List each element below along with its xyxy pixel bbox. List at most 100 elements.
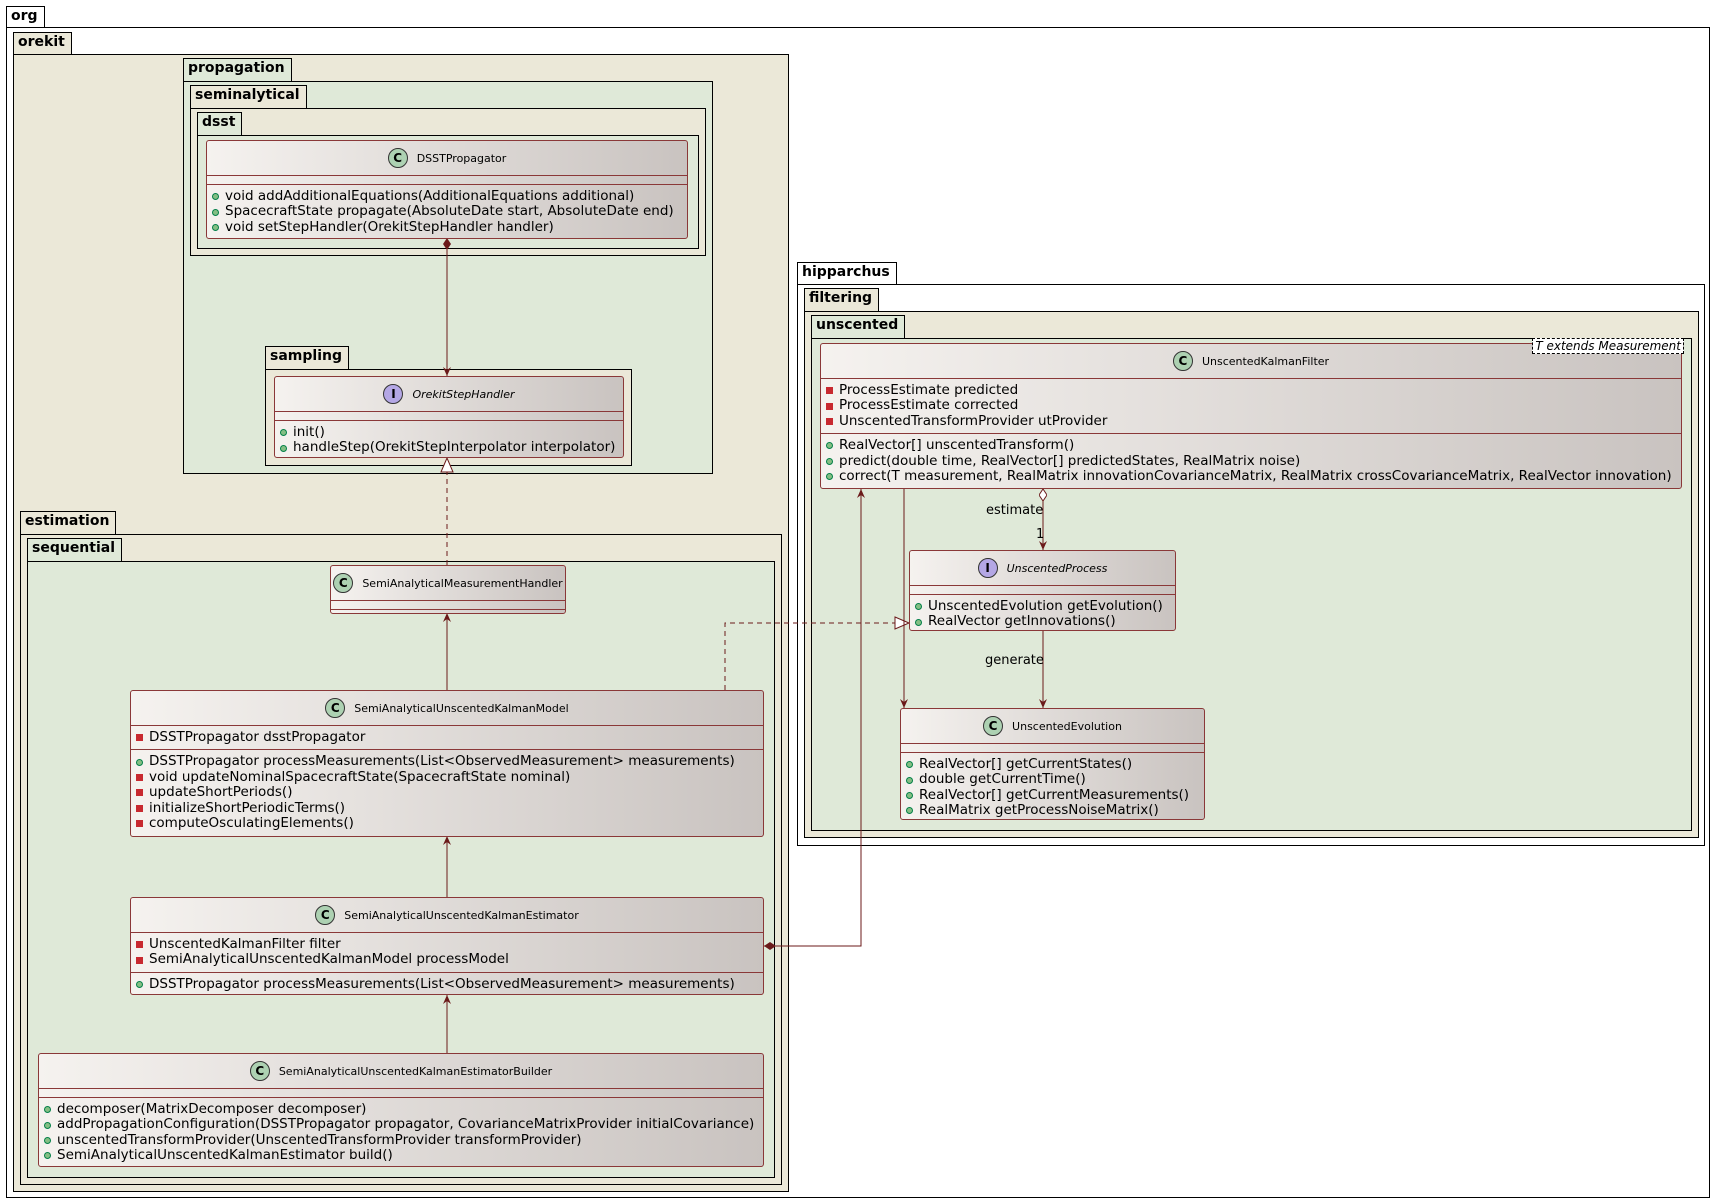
- class-fields: [901, 743, 1204, 752]
- method: handleStep(OrekitStepInterpolator interp…: [280, 439, 623, 455]
- class-methods: [331, 609, 565, 618]
- class-fields: [39, 1088, 763, 1097]
- class-semi-analytical-measurement-handler[interactable]: C SemiAnalyticalMeasurementHandler: [330, 565, 566, 614]
- method-text: computeOsculatingElements(): [149, 815, 354, 832]
- public-icon: [826, 473, 833, 481]
- method: RealVector[] unscentedTransform(): [826, 437, 1681, 453]
- public-icon: [906, 776, 913, 784]
- class-name: UnscentedEvolution: [1012, 719, 1122, 733]
- method: predict(double time, RealVector[] predic…: [826, 452, 1681, 469]
- private-icon: [136, 804, 143, 812]
- method-text: initializeShortPeriodicTerms(): [149, 799, 346, 816]
- method-text: RealVector getInnovations(): [928, 613, 1116, 630]
- method: void updateNominalSpacecraftState(Spacec…: [136, 768, 763, 785]
- method-text: decomposer(MatrixDecomposer decomposer): [57, 1101, 367, 1117]
- edge-model-implements-unscentedprocess: [724, 623, 909, 690]
- private-icon: [136, 956, 143, 964]
- class-header: C DSSTPropagator: [207, 141, 687, 175]
- class-semi-analytical-ukf-estimator[interactable]: C SemiAnalyticalUnscentedKalmanEstimator…: [130, 897, 764, 995]
- public-icon: [136, 758, 143, 766]
- method: RealVector[] getCurrentStates(): [906, 756, 1204, 772]
- interface-unscented-process[interactable]: I UnscentedProcess UnscentedEvolution ge…: [909, 550, 1176, 631]
- method: addPropagationConfiguration(DSSTPropagat…: [44, 1116, 763, 1132]
- method-text: double getCurrentTime(): [919, 771, 1086, 788]
- class-c-icon: C: [1172, 351, 1193, 371]
- class-methods: UnscentedEvolution getEvolution() RealVe…: [910, 594, 1175, 634]
- method: RealMatrix getProcessNoiseMatrix(): [906, 802, 1204, 818]
- field-text: ProcessEstimate corrected: [839, 397, 1019, 414]
- class-unscented-evolution[interactable]: C UnscentedEvolution RealVector[] getCur…: [900, 708, 1205, 820]
- public-icon: [826, 442, 833, 450]
- class-header: C SemiAnalyticalUnscentedKalmanEstimator: [131, 898, 763, 932]
- private-icon: [826, 418, 833, 426]
- class-dsst-propagator[interactable]: C DSSTPropagator void addAdditionalEquat…: [206, 140, 688, 239]
- class-methods: DSSTPropagator processMeasurements(List<…: [131, 971, 763, 996]
- method-text: DSSTPropagator processMeasurements(List<…: [149, 975, 735, 992]
- class-fields: DSSTPropagator dsstPropagator: [131, 725, 763, 749]
- interface-i-icon: I: [977, 558, 998, 578]
- field-text: DSSTPropagator dsstPropagator: [149, 729, 366, 745]
- class-c-icon: C: [315, 905, 336, 925]
- method-text: updateShortPeriods(): [149, 784, 293, 801]
- interface-orekit-step-handler[interactable]: I OrekitStepHandler init() handleStep(Or…: [274, 376, 624, 458]
- class-header: C UnscentedEvolution: [901, 709, 1204, 743]
- class-semi-analytical-ukf-model[interactable]: C SemiAnalyticalUnscentedKalmanModel DSS…: [130, 690, 764, 837]
- field: UnscentedTransformProvider utProvider: [826, 412, 1681, 429]
- method-text: void updateNominalSpacecraftState(Spacec…: [149, 768, 571, 785]
- method: init(): [280, 424, 623, 440]
- method-text: predict(double time, RealVector[] predic…: [839, 452, 1301, 469]
- method: SpacecraftState propagate(AbsoluteDate s…: [212, 203, 687, 220]
- field: ProcessEstimate predicted: [826, 382, 1681, 398]
- class-fields: [275, 411, 623, 420]
- edge-label-generate: generate: [985, 653, 1044, 668]
- public-icon: [44, 1121, 51, 1129]
- method: DSSTPropagator processMeasurements(List<…: [136, 975, 763, 992]
- class-unscented-kalman-filter[interactable]: T extends Measurement C UnscentedKalmanF…: [820, 338, 1684, 489]
- method: RealVector[] getCurrentMeasurements(): [906, 786, 1204, 803]
- class-name: DSSTPropagator: [416, 151, 507, 165]
- class-c-icon: C: [387, 148, 408, 168]
- class-name: SemiAnalyticalUnscentedKalmanEstimator: [344, 908, 579, 922]
- class-name: OrekitStepHandler: [412, 387, 515, 401]
- class-header: C SemiAnalyticalUnscentedKalmanEstimator…: [39, 1054, 763, 1088]
- field-text: UnscentedTransformProvider utProvider: [839, 412, 1108, 429]
- class-methods: init() handleStep(OrekitStepInterpolator…: [275, 420, 623, 460]
- method-text: RealVector[] getCurrentStates(): [919, 756, 1133, 772]
- method: double getCurrentTime(): [906, 771, 1204, 788]
- class-c-icon: C: [249, 1061, 270, 1081]
- public-icon: [212, 224, 219, 232]
- class-semi-analytical-ukf-estimator-builder[interactable]: C SemiAnalyticalUnscentedKalmanEstimator…: [38, 1053, 764, 1167]
- public-icon: [44, 1152, 51, 1160]
- class-c-icon: C: [325, 698, 346, 718]
- method: decomposer(MatrixDecomposer decomposer): [44, 1101, 763, 1117]
- class-header: I OrekitStepHandler: [275, 377, 623, 411]
- method: SemiAnalyticalUnscentedKalmanEstimator b…: [44, 1147, 763, 1163]
- method: UnscentedEvolution getEvolution(): [915, 598, 1175, 614]
- field: ProcessEstimate corrected: [826, 397, 1681, 414]
- class-name: SemiAnalyticalUnscentedKalmanModel: [354, 701, 569, 715]
- field-text: UnscentedKalmanFilter filter: [149, 936, 341, 952]
- private-icon: [136, 820, 143, 828]
- method: initializeShortPeriodicTerms(): [136, 799, 763, 816]
- class-header: C UnscentedKalmanFilter: [821, 344, 1681, 378]
- method-text: SpacecraftState propagate(AbsoluteDate s…: [225, 203, 674, 220]
- method-text: init(): [293, 424, 325, 440]
- public-icon: [136, 981, 143, 989]
- field: DSSTPropagator dsstPropagator: [136, 729, 763, 745]
- method: updateShortPeriods(): [136, 784, 763, 801]
- method: RealVector getInnovations(): [915, 613, 1175, 630]
- public-icon: [915, 603, 922, 611]
- private-icon: [826, 402, 833, 410]
- private-icon: [136, 789, 143, 797]
- method-text: void addAdditionalEquations(AdditionalEq…: [225, 188, 635, 204]
- method: computeOsculatingElements(): [136, 815, 763, 832]
- public-icon: [44, 1137, 51, 1145]
- edge-estimator-composition-filter: [764, 489, 865, 950]
- class-methods: RealVector[] getCurrentStates() double g…: [901, 752, 1204, 823]
- public-icon: [906, 807, 913, 815]
- method-text: RealVector[] getCurrentMeasurements(): [919, 786, 1190, 803]
- edge-label-multiplicity: 1: [1036, 527, 1045, 542]
- class-header: I UnscentedProcess: [910, 551, 1175, 585]
- class-fields: [910, 585, 1175, 594]
- public-icon: [280, 429, 287, 437]
